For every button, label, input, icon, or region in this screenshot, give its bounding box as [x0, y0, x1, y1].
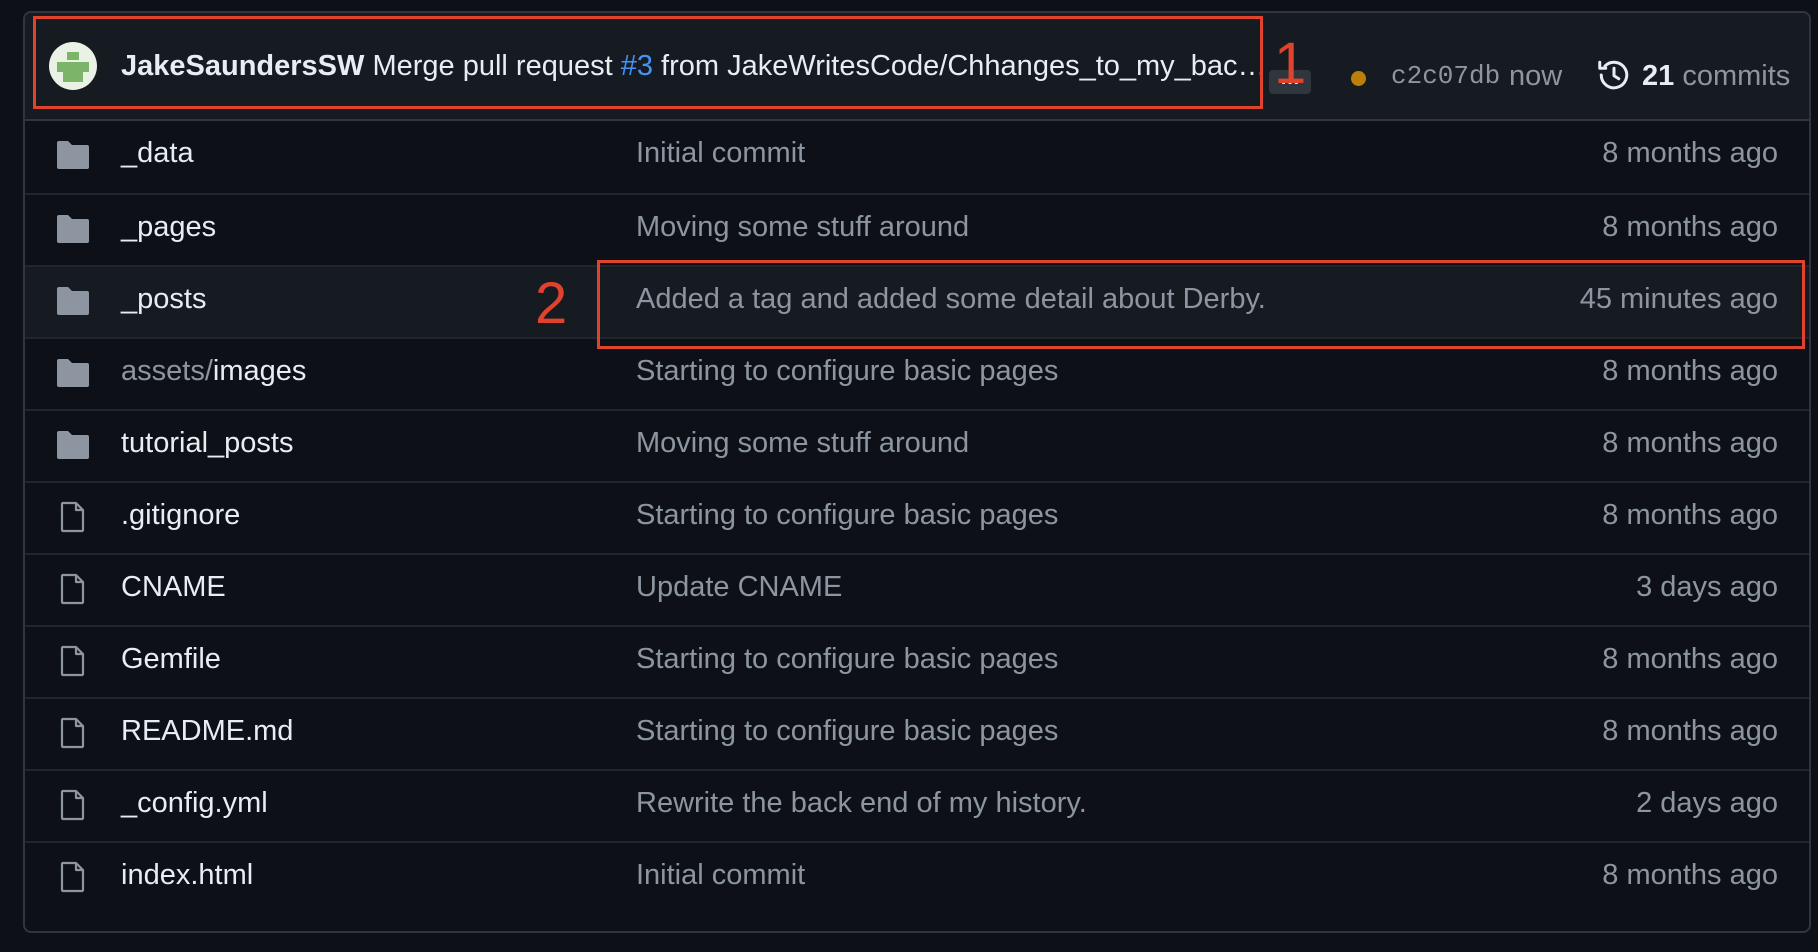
file-list: _data Initial commit 8 months ago _pages…	[25, 121, 1809, 913]
file-row[interactable]: _config.yml Rewrite the back end of my h…	[25, 769, 1809, 841]
file-age: 8 months ago	[1602, 427, 1778, 459]
file-row[interactable]: README.md Starting to configure basic pa…	[25, 697, 1809, 769]
file-browser: JakeSaundersSW Merge pull request #3 fro…	[23, 11, 1811, 933]
commit-status-dot[interactable]	[1351, 71, 1366, 86]
annotation-box-2	[597, 260, 1805, 349]
file-icon	[60, 501, 85, 533]
file-row[interactable]: _pages Moving some stuff around 8 months…	[25, 193, 1809, 265]
file-age: 2 days ago	[1636, 787, 1778, 819]
history-icon[interactable]	[1596, 57, 1632, 93]
file-name[interactable]: Gemfile	[121, 643, 221, 676]
file-commit-message[interactable]: Starting to configure basic pages	[636, 499, 1058, 532]
file-name[interactable]: _config.yml	[121, 787, 268, 820]
file-commit-message[interactable]: Starting to configure basic pages	[636, 643, 1058, 676]
file-name[interactable]: tutorial_posts	[121, 427, 294, 460]
file-name[interactable]: .gitignore	[121, 499, 240, 532]
file-name[interactable]: CNAME	[121, 571, 226, 604]
file-commit-message[interactable]: Moving some stuff around	[636, 427, 969, 460]
annotation-label-1: 1	[1274, 31, 1307, 96]
file-row[interactable]: Gemfile Starting to configure basic page…	[25, 625, 1809, 697]
commit-time: now	[1509, 60, 1563, 92]
file-name[interactable]: assets/images	[121, 355, 306, 388]
file-row[interactable]: tutorial_posts Moving some stuff around …	[25, 409, 1809, 481]
file-icon	[60, 861, 85, 893]
commits-label: commits	[1682, 60, 1791, 92]
file-name[interactable]: index.html	[121, 859, 253, 892]
folder-icon	[57, 287, 89, 315]
commit-count: 21	[1642, 60, 1675, 92]
file-commit-message[interactable]: Initial commit	[636, 137, 805, 170]
file-row[interactable]: CNAME Update CNAME 3 days ago	[25, 553, 1809, 625]
file-commit-message[interactable]: Starting to configure basic pages	[636, 715, 1058, 748]
file-commit-message[interactable]: Initial commit	[636, 859, 805, 892]
file-age: 8 months ago	[1602, 137, 1778, 169]
file-commit-message[interactable]: Starting to configure basic pages	[636, 355, 1058, 388]
file-name[interactable]: README.md	[121, 715, 293, 748]
folder-icon	[57, 359, 89, 387]
commit-sha[interactable]: c2c07db	[1391, 61, 1500, 91]
file-age: 3 days ago	[1636, 571, 1778, 603]
file-age: 8 months ago	[1602, 643, 1778, 675]
file-icon	[60, 645, 85, 677]
file-age: 8 months ago	[1602, 715, 1778, 747]
path-leaf[interactable]: images	[213, 355, 307, 387]
file-age: 8 months ago	[1602, 211, 1778, 243]
annotation-label-2: 2	[535, 271, 568, 336]
file-name[interactable]: _posts	[121, 283, 206, 316]
file-row[interactable]: index.html Initial commit 8 months ago	[25, 841, 1809, 913]
file-commit-message[interactable]: Rewrite the back end of my history.	[636, 787, 1087, 820]
file-age: 8 months ago	[1602, 859, 1778, 891]
file-commit-message[interactable]: Moving some stuff around	[636, 211, 969, 244]
folder-icon	[57, 141, 89, 169]
file-age: 8 months ago	[1602, 355, 1778, 387]
file-row[interactable]: _data Initial commit 8 months ago	[25, 121, 1809, 193]
file-name[interactable]: _pages	[121, 211, 216, 244]
folder-icon	[57, 215, 89, 243]
file-name[interactable]: _data	[121, 137, 194, 170]
file-row[interactable]: .gitignore Starting to configure basic p…	[25, 481, 1809, 553]
file-icon	[60, 573, 85, 605]
file-age: 8 months ago	[1602, 499, 1778, 531]
commits-link[interactable]: 21 commits	[1642, 60, 1790, 93]
file-commit-message[interactable]: Update CNAME	[636, 571, 842, 604]
folder-icon	[57, 431, 89, 459]
path-prefix[interactable]: assets/	[121, 355, 213, 387]
annotation-box-1	[33, 16, 1263, 109]
file-icon	[60, 717, 85, 749]
file-icon	[60, 789, 85, 821]
